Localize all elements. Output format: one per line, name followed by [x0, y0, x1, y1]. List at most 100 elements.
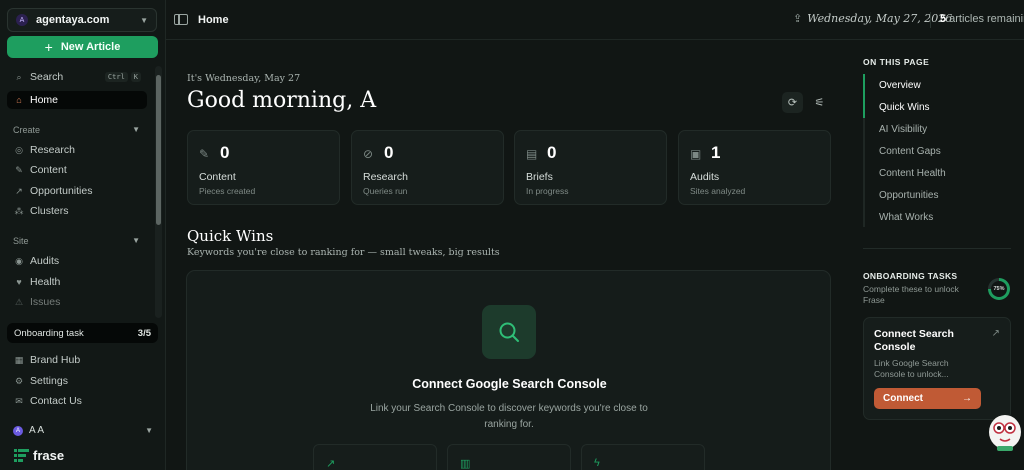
section-label: Create	[13, 125, 41, 135]
site-section-header[interactable]: Site ▼	[13, 236, 140, 246]
warning-icon: ⚠	[14, 296, 24, 307]
trend-icon: ↗	[991, 328, 1000, 339]
feature-card: ↗	[313, 444, 437, 470]
sidebar-item-research[interactable]: ◎ Research	[7, 141, 147, 159]
customize-button[interactable]: ⚟	[809, 92, 830, 113]
globe-icon: ◎	[15, 144, 23, 155]
trend-icon: ↗	[15, 185, 23, 196]
card-title: Connect Search Console	[874, 328, 954, 353]
assistant-mascot-icon[interactable]	[985, 410, 1023, 452]
stat-card-audits[interactable]: ▣ 1 Audits Sites analyzed	[678, 130, 831, 205]
sidebar-item-home[interactable]: ⌂ Home	[7, 91, 147, 109]
stat-label: Audits	[690, 171, 720, 183]
stat-card-content[interactable]: ✎ 0 Content Pieces created	[187, 130, 340, 205]
sliders-icon: ⚟	[814, 97, 825, 109]
sidebar-item-contact-us[interactable]: ✉ Contact Us	[7, 392, 147, 410]
new-article-button[interactable]: + New Article	[7, 36, 158, 58]
trend-icon: ↗	[326, 458, 336, 470]
stat-card-research[interactable]: ⊘ 0 Research Queries run	[351, 130, 504, 205]
onboarding-tasks-title: ONBOARDING TASKS	[863, 271, 958, 281]
sidebar-item-health[interactable]: ♥ Health	[7, 273, 147, 291]
toc-item-ai-visibility[interactable]: AI Visibility	[879, 124, 927, 135]
cluster-icon: ⁂	[14, 205, 24, 216]
sidebar-item-brand-hub[interactable]: ▦ Brand Hub	[7, 351, 147, 369]
right-panel: ON THIS PAGE Overview Quick Wins AI Visi…	[850, 41, 1024, 470]
plus-icon: +	[44, 39, 53, 55]
main-content: It's Wednesday, May 27 Good morning, A ⟳…	[166, 41, 850, 470]
user-menu[interactable]: A A A ▼	[13, 425, 153, 436]
stat-value: 0	[384, 143, 394, 162]
sidebar-item-label: Search	[30, 71, 64, 83]
articles-label: articles remaining	[949, 13, 1024, 25]
onboarding-task-pill[interactable]: Onboarding task 3/5	[7, 323, 158, 343]
avatar: A	[13, 425, 23, 436]
search-shortcut: Ctrl K	[104, 72, 141, 82]
sidebar-item-opportunities[interactable]: ↗ Opportunities	[7, 182, 147, 200]
create-section-header[interactable]: Create ▼	[13, 125, 140, 135]
stat-card-briefs[interactable]: ▤ 0 Briefs In progress	[514, 130, 667, 205]
shortcut-key: K	[130, 72, 141, 82]
toc-item-quick-wins[interactable]: Quick Wins	[879, 102, 930, 113]
bar-chart-icon: ▥	[460, 458, 471, 470]
refresh-icon: ⟳	[787, 97, 798, 109]
bolt-icon: ϟ	[594, 457, 600, 469]
section-label: Site	[13, 236, 29, 246]
progress-label: 75%	[991, 281, 1007, 297]
greeting-title: Good morning, A	[187, 88, 377, 113]
brand-name: frase	[33, 448, 65, 463]
connect-gsc-description: Link your Search Console to discover key…	[370, 403, 648, 430]
refresh-button[interactable]: ⟳	[782, 92, 803, 113]
onboarding-progress-ring: 75%	[988, 278, 1010, 300]
sidebar-item-clusters[interactable]: ⁂ Clusters	[7, 202, 147, 220]
on-this-page-title: ON THIS PAGE	[863, 57, 930, 67]
stat-sub: Queries run	[363, 186, 408, 196]
toggle-sidebar-icon[interactable]	[174, 14, 188, 25]
quick-wins-title: Quick Wins	[187, 227, 274, 245]
compass-icon: ⊘	[363, 147, 374, 161]
sidebar-item-content[interactable]: ✎ Content	[7, 161, 147, 179]
frase-logo-icon	[14, 448, 29, 462]
connect-button-label: Connect	[883, 393, 923, 404]
toc-item-opportunities[interactable]: Opportunities	[879, 190, 938, 201]
feather-icon: ✎	[15, 164, 23, 175]
toc-item-content-health[interactable]: Content Health	[879, 168, 946, 179]
toc-item-content-gaps[interactable]: Content Gaps	[879, 146, 941, 157]
sidebar-item-issues[interactable]: ⚠ Issues	[7, 293, 147, 311]
divider	[863, 248, 1011, 249]
sidebar-item-search[interactable]: ⌕ Search Ctrl K	[7, 68, 147, 86]
chevron-down-icon: ▼	[132, 125, 140, 134]
onboarding-task-label: Onboarding task	[14, 327, 84, 339]
stat-label: Research	[363, 171, 408, 183]
sidebar-scrollbar-thumb[interactable]	[156, 75, 161, 225]
site-logo: A	[16, 14, 28, 26]
site-selector[interactable]: A agentaya.com ▼	[7, 8, 157, 32]
brand-icon: ▦	[14, 354, 24, 365]
shortcut-key: Ctrl	[104, 72, 128, 82]
site-name: agentaya.com	[36, 14, 110, 26]
page-title: Home	[198, 13, 229, 26]
document-icon: ▤	[526, 147, 538, 161]
sidebar-item-label: Contact Us	[30, 395, 82, 407]
sidebar-item-label: Settings	[30, 375, 68, 387]
feather-icon: ✎	[199, 147, 210, 161]
chevron-down-icon: ▼	[140, 15, 148, 25]
articles-count: 5	[940, 13, 947, 25]
toc-item-overview[interactable]: Overview	[879, 80, 921, 91]
connect-button[interactable]: Connect →	[874, 388, 981, 409]
mail-icon: ✉	[15, 395, 23, 406]
sidebar-item-audits[interactable]: ◉ Audits	[7, 252, 147, 270]
stat-sub: In progress	[526, 186, 569, 196]
sidebar-item-label: Brand Hub	[30, 354, 81, 366]
stat-label: Content	[199, 171, 236, 183]
calendar-icon: ⇪	[793, 13, 803, 25]
sidebar-item-settings[interactable]: ⚙ Settings	[7, 372, 147, 390]
current-date: ⇪ Wednesday, May 27, 2026	[793, 12, 952, 25]
greeting-date: It's Wednesday, May 27	[187, 73, 301, 84]
onboarding-tasks-subtitle: Complete these to unlock Frase	[863, 284, 959, 305]
onboarding-task-count: 3/5	[137, 327, 151, 339]
new-article-label: New Article	[60, 41, 121, 53]
toc-item-what-works[interactable]: What Works	[879, 212, 933, 223]
connect-gsc-heading: Connect Google Search Console	[412, 377, 607, 391]
sidebar-item-label: Research	[30, 144, 75, 156]
arrow-right-icon: →	[962, 393, 972, 404]
